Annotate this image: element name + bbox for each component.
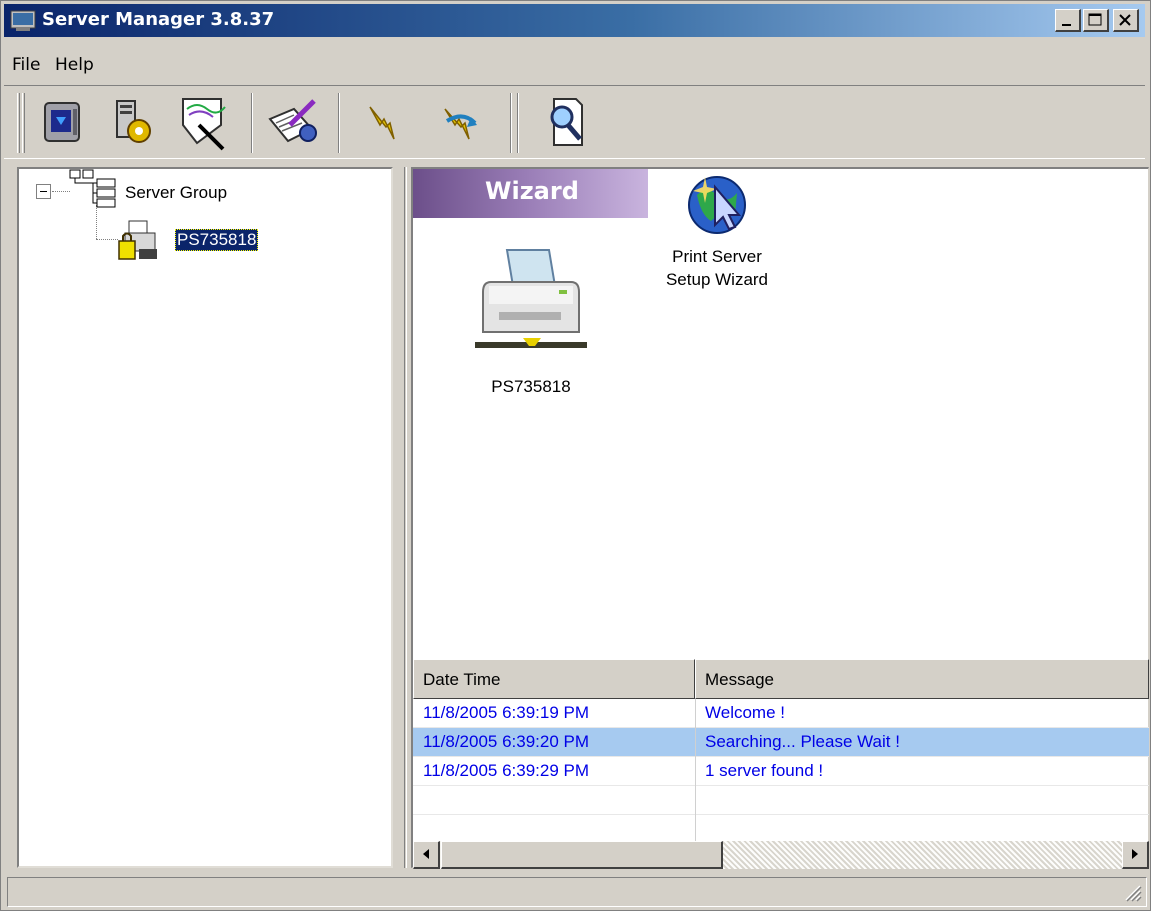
log-time: 11/8/2005 6:39:20 PM xyxy=(423,732,590,751)
toolbar-grip-2 xyxy=(22,93,25,153)
menu-file[interactable]: File xyxy=(12,55,40,75)
log-row[interactable]: 11/8/2005 6:39:19 PM Welcome ! xyxy=(413,699,1149,728)
printer-icon xyxy=(475,249,587,362)
menu-help-label: Help xyxy=(55,55,94,75)
close-button[interactable] xyxy=(1113,9,1139,32)
setup-wizard-item[interactable] xyxy=(681,171,751,237)
column-header-datetime[interactable]: Date Time xyxy=(413,659,695,699)
printer-item-label: PS735818 xyxy=(491,377,571,396)
setup-wizard-label-line2: Setup Wizard xyxy=(665,270,769,289)
disconnect-button[interactable] xyxy=(433,95,489,151)
toolbar-separator-4 xyxy=(517,93,519,153)
wizard-banner: Wizard xyxy=(413,169,648,218)
resize-grip-icon[interactable] xyxy=(1120,880,1142,902)
server-manager-window: Server Manager 3.8.37 File Help Server G… xyxy=(0,0,1151,911)
print-server-icon xyxy=(117,219,161,263)
log-row-selected[interactable]: 11/8/2005 6:39:20 PM Searching... Please… xyxy=(413,728,1149,757)
setup-wizard-label-line1: Print Server xyxy=(672,247,762,266)
monitor-button[interactable] xyxy=(34,95,90,151)
detail-pane: Wizard PS735818 Print Server Setup Wizar… xyxy=(411,167,1149,869)
toolbar-separator xyxy=(251,93,253,153)
scroll-left-button[interactable] xyxy=(413,841,440,869)
log-header: Date Time Message xyxy=(413,659,1149,699)
column-header-message[interactable]: Message xyxy=(695,659,1149,699)
scroll-right-button[interactable] xyxy=(1122,841,1149,869)
tree-connector-child xyxy=(96,239,118,240)
scrollbar-track[interactable] xyxy=(723,841,1123,869)
column-header-datetime-label: Date Time xyxy=(423,670,501,689)
wizard-banner-label: Wizard xyxy=(485,177,579,205)
pane-splitter[interactable] xyxy=(404,167,407,868)
tree-node-ps735818[interactable]: PS735818 xyxy=(175,229,259,251)
log-time: 11/8/2005 6:39:19 PM xyxy=(423,703,590,722)
server-group-icon xyxy=(69,169,117,211)
tree-collapse-toggle[interactable] xyxy=(36,184,51,199)
toolbar-separator-2 xyxy=(338,93,340,153)
window-title: Server Manager 3.8.37 xyxy=(42,9,275,30)
setup-wizard-label: Print Server Setup Wizard xyxy=(647,245,787,291)
tree-node-server-group[interactable]: Server Group xyxy=(125,183,227,203)
wizard-button[interactable] xyxy=(177,95,233,151)
horizontal-scrollbar[interactable] xyxy=(413,841,1149,869)
toolbar-grip[interactable] xyxy=(17,93,20,153)
app-icon xyxy=(10,10,36,32)
log-row-empty xyxy=(413,815,1149,844)
menu-help[interactable]: Help xyxy=(55,55,94,75)
server-tree[interactable]: Server Group PS735818 xyxy=(17,167,393,868)
menu-file-label: File xyxy=(12,55,41,75)
scrollbar-thumb[interactable] xyxy=(441,841,723,869)
tree-connector xyxy=(52,191,70,192)
status-bar xyxy=(7,877,1147,907)
menu-bar: File Help xyxy=(4,41,1145,81)
arrow-right-icon xyxy=(1132,849,1138,859)
minimize-button[interactable] xyxy=(1055,9,1081,32)
arrow-left-icon xyxy=(423,849,429,859)
log-message: Searching... Please Wait ! xyxy=(705,732,900,751)
column-divider xyxy=(695,699,696,841)
toolbar-separator-3 xyxy=(510,93,512,153)
log-row-empty xyxy=(413,786,1149,815)
log-message: Welcome ! xyxy=(705,703,785,722)
maximize-button[interactable] xyxy=(1083,9,1109,32)
search-button[interactable] xyxy=(538,95,594,151)
log-time: 11/8/2005 6:39:29 PM xyxy=(423,761,590,780)
title-bar[interactable]: Server Manager 3.8.37 xyxy=(4,4,1145,37)
connect-button[interactable] xyxy=(358,95,414,151)
notepad-edit-button[interactable] xyxy=(264,95,320,151)
log-message: 1 server found ! xyxy=(705,761,824,780)
log-row[interactable]: 11/8/2005 6:39:29 PM 1 server found ! xyxy=(413,757,1149,786)
globe-cursor-icon xyxy=(681,176,751,241)
column-header-message-label: Message xyxy=(705,670,774,689)
server-config-button[interactable] xyxy=(105,95,161,151)
printer-item[interactable] xyxy=(475,246,587,358)
